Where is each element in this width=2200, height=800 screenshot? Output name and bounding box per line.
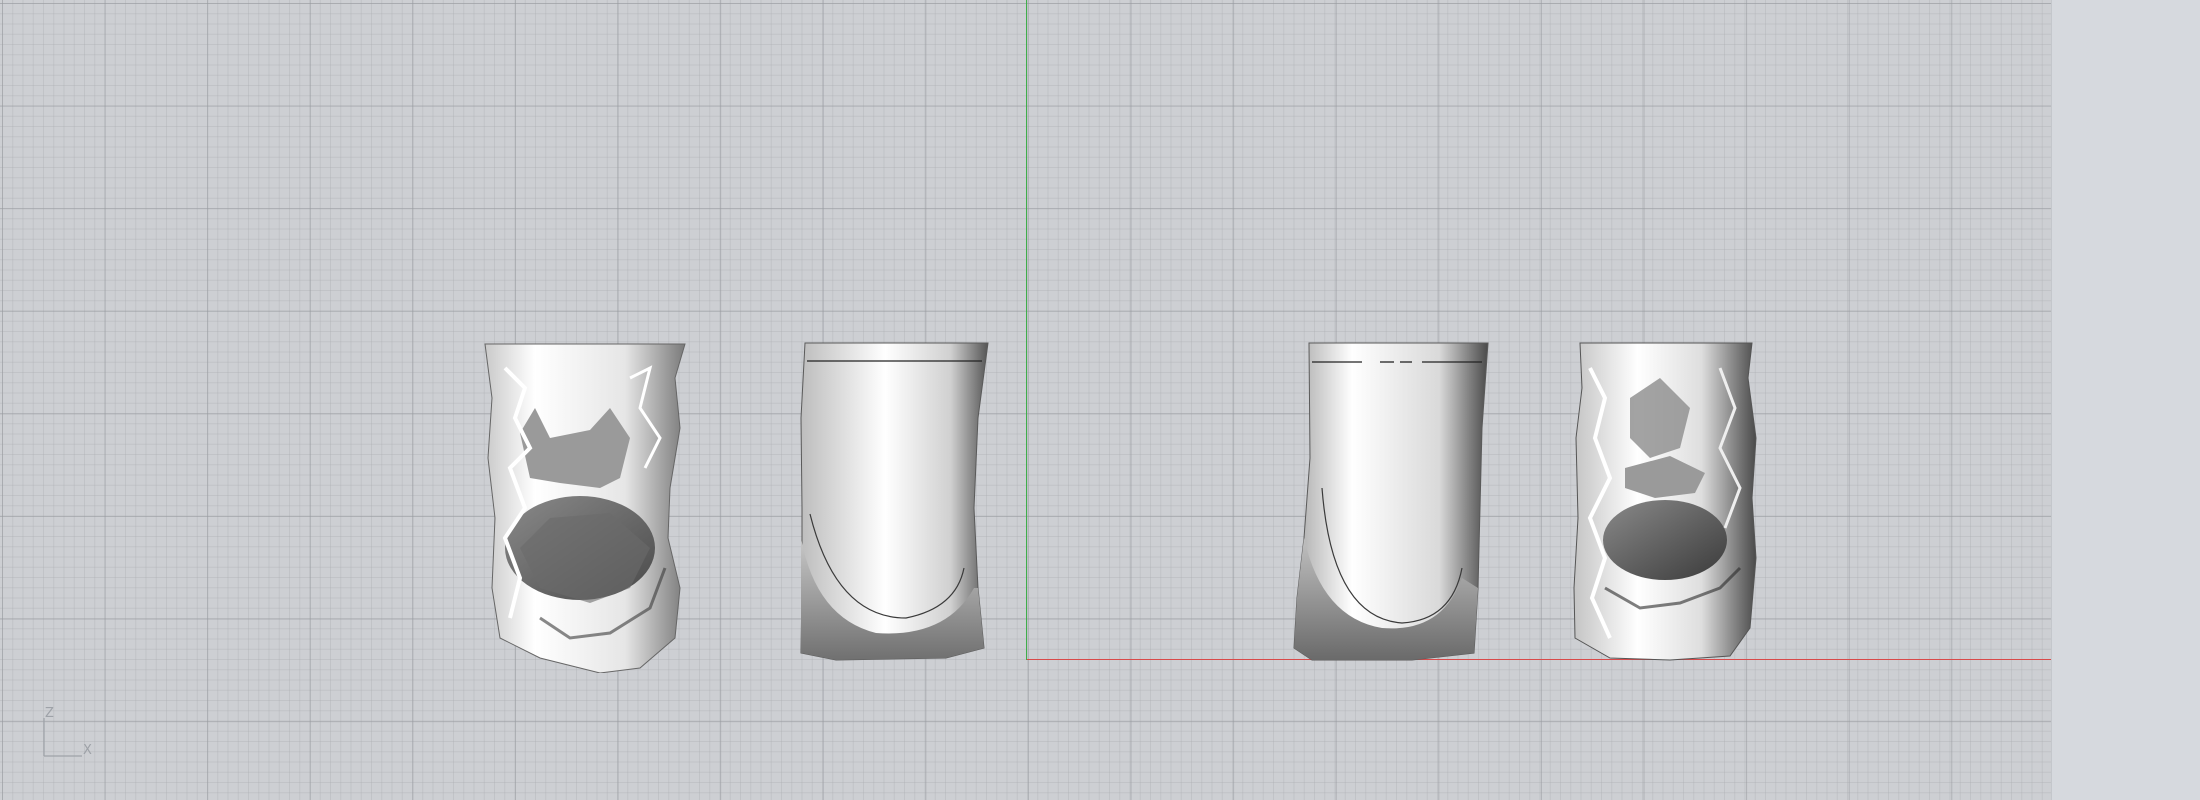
- scan-mesh-left[interactable]: [480, 338, 690, 673]
- socket-model-left[interactable]: [796, 338, 992, 663]
- scan-mesh-right[interactable]: [1570, 338, 1758, 663]
- side-panel: [2051, 0, 2200, 800]
- socket-model-right[interactable]: [1292, 338, 1490, 663]
- z-axis-line: [1026, 0, 1027, 660]
- gizmo-z-label: Z: [45, 706, 54, 721]
- gizmo-x-label: X: [83, 743, 92, 758]
- x-axis-line: [1027, 659, 2051, 660]
- 3d-viewport-front[interactable]: Z X: [0, 0, 2051, 800]
- axis-gizmo: Z X: [40, 706, 100, 758]
